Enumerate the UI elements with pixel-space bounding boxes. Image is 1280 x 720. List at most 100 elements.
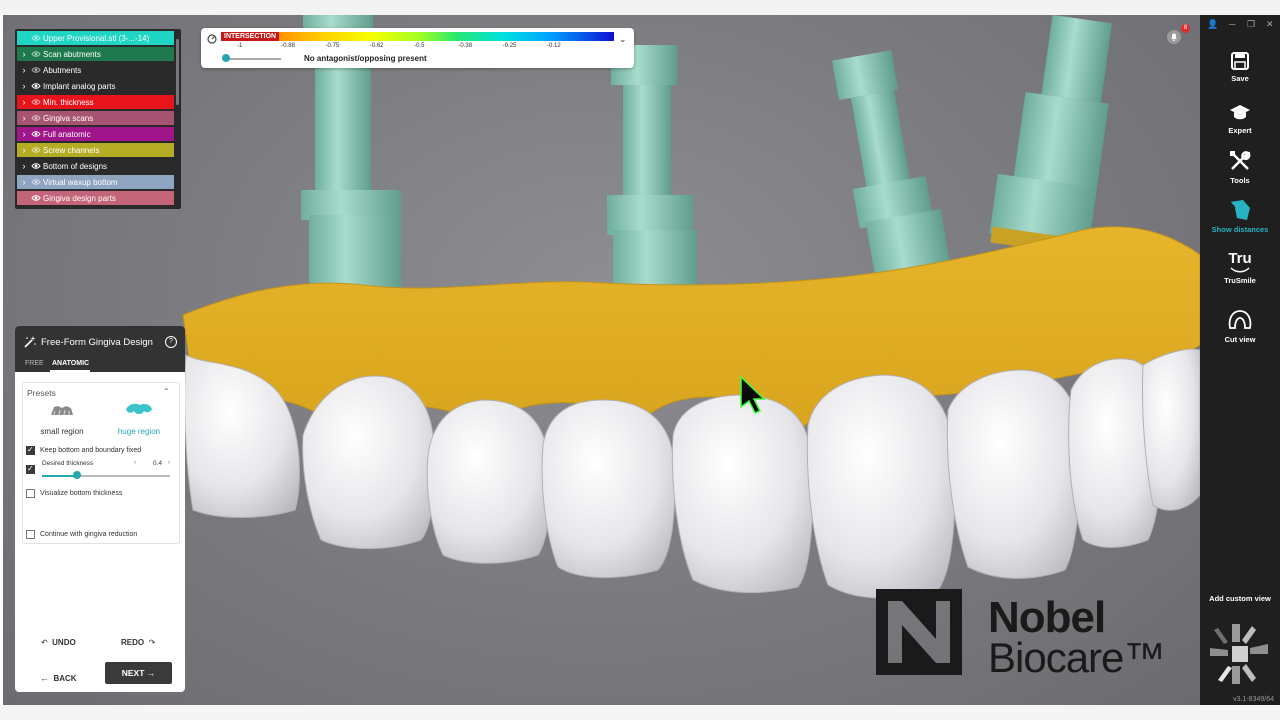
close-icon[interactable]: ✕ (1266, 19, 1274, 30)
version-label: v3.1-8349/64 (1233, 696, 1274, 703)
color-scale-bar (221, 32, 614, 41)
layer-label: Virtual waxup bottom (43, 177, 118, 187)
arrow-left-icon: ← (40, 673, 49, 683)
add-custom-view-button[interactable]: Add custom view (1200, 594, 1280, 603)
abutment-2 (607, 45, 697, 300)
trusmile-button[interactable]: Tru TruSmile (1200, 251, 1280, 286)
legend-tick: -1 (237, 43, 243, 49)
magic-wand-icon (24, 336, 36, 348)
bell-icon[interactable] (1166, 29, 1182, 45)
layer-row[interactable]: › Scan abutments (17, 47, 174, 61)
layer-row[interactable]: › Abutments (17, 63, 174, 77)
layer-row[interactable]: › Gingiva scans (17, 111, 174, 125)
eye-icon[interactable] (31, 194, 41, 202)
keep-fixed-label: Keep bottom and boundary fixed (40, 447, 142, 454)
increase-arrow-icon[interactable]: › (168, 460, 170, 466)
redo-button[interactable]: REDO ↷ (121, 632, 155, 650)
small-region-icon (51, 406, 73, 416)
continue-reduction-checkbox[interactable] (26, 530, 35, 539)
keep-fixed-checkbox[interactable] (26, 445, 35, 455)
layer-label: Abutments (43, 65, 82, 75)
eye-icon[interactable] (31, 66, 41, 74)
tools-button[interactable]: Tools (1200, 149, 1280, 185)
preset-small-region[interactable]: small region (32, 403, 92, 436)
chevron-right-icon[interactable]: › (17, 81, 31, 91)
view-cube-icon[interactable] (1208, 620, 1272, 686)
legend-slider-track[interactable] (225, 58, 281, 60)
chevron-right-icon[interactable]: › (17, 97, 31, 107)
layer-label: Implant analog parts (43, 81, 116, 91)
eye-icon[interactable] (31, 34, 41, 42)
layer-row[interactable]: › Bottom of designs (17, 159, 174, 173)
help-icon[interactable]: ? (165, 336, 177, 348)
eye-icon[interactable] (31, 114, 41, 122)
presets-title: Presets (27, 388, 56, 398)
eye-icon[interactable] (31, 178, 41, 186)
thickness-value: 0.4 (153, 460, 163, 467)
layer-row[interactable]: › Full anatomic (17, 127, 174, 141)
next-button[interactable]: NEXT → (105, 662, 172, 684)
expert-button[interactable]: Expert (1200, 103, 1280, 135)
visualize-bottom-checkbox[interactable] (26, 489, 35, 498)
preset-huge-region[interactable]: huge region (109, 401, 169, 436)
active-tab-underline (50, 370, 90, 372)
chevron-right-icon[interactable]: › (17, 177, 31, 187)
thickness-slider-knob[interactable] (72, 471, 81, 479)
legend-tick: -0.75 (325, 43, 340, 49)
tab-free[interactable]: FREE (25, 360, 44, 367)
layer-label: Scan abutments (43, 49, 101, 59)
legend-tick: -0.12 (547, 43, 561, 49)
layer-label: Screw channels (43, 145, 100, 155)
continue-reduction-label: Continue with gingiva reduction (40, 531, 138, 538)
layer-label: Full anatomic (43, 129, 91, 139)
chevron-right-icon[interactable]: › (17, 129, 31, 139)
gauge-icon (207, 34, 217, 44)
eye-icon[interactable] (31, 82, 41, 90)
layer-row[interactable]: › Virtual waxup bottom (17, 175, 174, 189)
undo-button[interactable]: ↶ UNDO (41, 632, 76, 650)
back-button[interactable]: ← BACK (40, 668, 77, 686)
chevron-right-icon[interactable]: › (17, 49, 31, 59)
show-distances-button[interactable]: Show distances (1200, 198, 1280, 234)
layer-row[interactable]: Gingiva design parts (17, 191, 174, 205)
legend-tick: -0.5 (414, 43, 425, 49)
eye-icon[interactable] (31, 98, 41, 106)
eye-icon[interactable] (31, 146, 41, 154)
desired-thickness-checkbox[interactable] (26, 464, 35, 474)
thickness-slider-track[interactable] (42, 475, 170, 477)
layer-row[interactable]: › Screw channels (17, 143, 174, 157)
legend-slider-knob[interactable] (222, 54, 230, 62)
chevron-right-icon[interactable]: › (17, 161, 31, 171)
eye-icon[interactable] (31, 130, 41, 138)
layers-panel: Upper Provisional.stl (3-...-14) › Scan ab… (15, 29, 181, 209)
chevron-right-icon[interactable]: › (17, 145, 31, 155)
cut-view-button[interactable]: Cut view (1200, 308, 1280, 344)
layer-row[interactable]: › Min. thickness (17, 95, 174, 109)
layers-scrollbar[interactable] (176, 39, 179, 105)
chevron-up-icon[interactable]: ⌃ (163, 387, 170, 396)
eye-icon[interactable] (31, 162, 41, 170)
save-icon (1231, 52, 1249, 70)
undo-icon: ↶ (41, 638, 48, 647)
thickness-slider-fill (42, 475, 77, 477)
layer-label: Upper Provisional.stl (3-...-14) (43, 33, 150, 43)
panel-header: Free-Form Gingiva Design ? (15, 326, 185, 358)
eye-icon[interactable] (31, 50, 41, 58)
save-button[interactable]: Save (1200, 51, 1280, 83)
decrease-arrow-icon[interactable]: ‹ (134, 460, 136, 466)
chevron-right-icon[interactable]: › (17, 65, 31, 75)
visualize-bottom-label: Visualize bottom thickness (40, 490, 123, 497)
legend-title: INTERSECTION (221, 32, 280, 41)
layer-row[interactable]: Upper Provisional.stl (3-...-14) (17, 31, 174, 45)
logo-text-biocare: Biocare™ (988, 634, 1165, 681)
tab-anatomic[interactable]: ANATOMIC (52, 360, 89, 367)
arrow-right-icon: → (146, 668, 156, 678)
presets-section: Presets ⌃ small region huge region Keep … (22, 382, 180, 544)
chevron-right-icon[interactable]: › (17, 113, 31, 123)
redo-icon: ↷ (148, 638, 156, 647)
minimize-icon[interactable]: ─ (1229, 19, 1235, 29)
restore-icon[interactable]: ❐ (1247, 19, 1255, 30)
layer-row[interactable]: › Implant analog parts (17, 79, 174, 93)
chevron-down-icon[interactable]: ⌄ (619, 34, 627, 45)
user-icon[interactable]: 👤 (1207, 19, 1218, 30)
